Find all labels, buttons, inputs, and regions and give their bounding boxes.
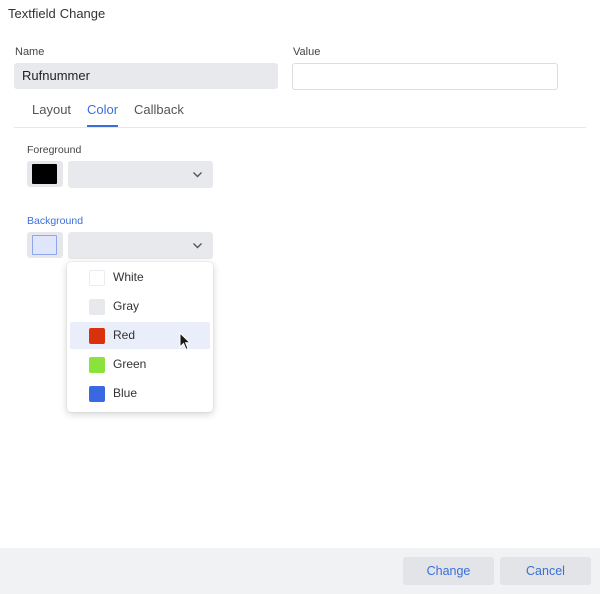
background-select[interactable] <box>68 232 213 259</box>
tab-callback[interactable]: Callback <box>134 102 184 125</box>
name-label: Name <box>15 46 45 58</box>
white-swatch-icon <box>89 270 105 286</box>
red-swatch-icon <box>89 328 105 344</box>
option-label: Blue <box>113 386 138 400</box>
chevron-down-icon <box>193 172 202 178</box>
option-label: Red <box>113 328 136 342</box>
foreground-swatch[interactable] <box>27 161 63 187</box>
option-label: Green <box>113 357 147 371</box>
foreground-select[interactable] <box>68 161 213 188</box>
green-swatch-icon <box>89 357 105 373</box>
dialog-title-part2: Change <box>59 6 106 21</box>
change-button[interactable]: Change <box>403 557 494 585</box>
background-swatch[interactable] <box>27 232 63 258</box>
color-option-green[interactable]: Green <box>70 351 210 378</box>
background-label: Background <box>27 215 84 227</box>
dialog-title: Textfield Change <box>8 6 105 21</box>
name-input[interactable]: Rufnummer <box>14 63 278 89</box>
color-option-white[interactable]: White <box>70 264 210 291</box>
tab-color[interactable]: Color <box>87 102 119 127</box>
color-option-gray[interactable]: Gray <box>70 293 210 320</box>
blue-swatch-icon <box>89 386 105 402</box>
tab-layout[interactable]: Layout <box>32 102 71 125</box>
option-label: White <box>113 270 144 284</box>
color-option-blue[interactable]: Blue <box>70 380 210 407</box>
value-label: Value <box>293 46 321 58</box>
foreground-label: Foreground <box>27 144 82 156</box>
cancel-button[interactable]: Cancel <box>500 557 591 585</box>
chevron-down-icon <box>193 243 202 249</box>
dialog-title-part1: Textfield <box>8 6 56 21</box>
dialog-footer: Change Cancel <box>0 548 600 594</box>
tab-bar: Layout Color Callback <box>14 96 586 128</box>
foreground-swatch-color <box>32 164 57 184</box>
color-dropdown-menu: White Gray Red Green Blue <box>67 262 213 412</box>
background-swatch-color <box>32 235 57 255</box>
value-input[interactable] <box>292 63 558 90</box>
option-label: Gray <box>113 299 140 313</box>
mouse-pointer-icon <box>179 332 191 351</box>
gray-swatch-icon <box>89 299 105 315</box>
